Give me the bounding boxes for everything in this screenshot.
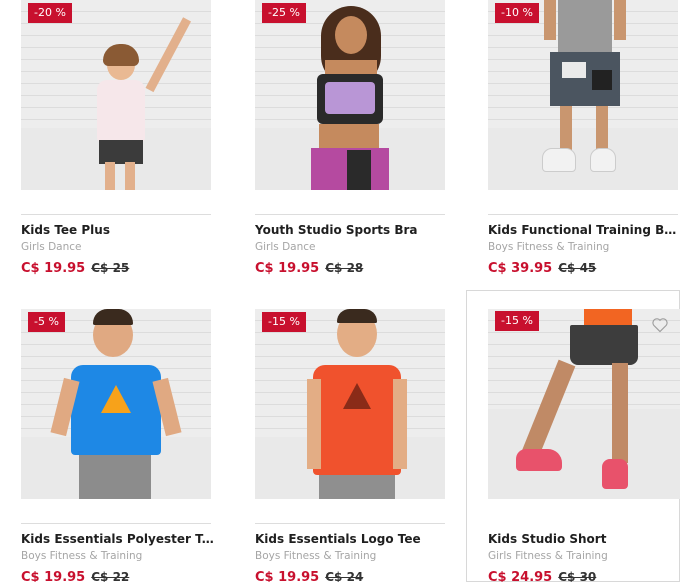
sale-price: C$ 19.95 bbox=[21, 261, 86, 276]
sale-price: C$ 24.95 bbox=[488, 570, 553, 582]
divider bbox=[255, 214, 445, 215]
product-card[interactable]: -25 % Youth Studio Sports Bra Girls Danc… bbox=[255, 0, 467, 290]
divider bbox=[255, 523, 445, 524]
price-row: C$ 24.95 C$ 30 bbox=[488, 566, 596, 582]
divider bbox=[21, 523, 211, 524]
product-image[interactable] bbox=[488, 309, 680, 499]
product-card[interactable]: -15 % Kids Essentials Logo Tee Boys Fitn… bbox=[255, 309, 467, 582]
divider bbox=[488, 214, 678, 215]
product-category: Boys Fitness & Training bbox=[488, 241, 610, 253]
price-row: C$ 19.95 C$ 22 bbox=[21, 566, 129, 582]
discount-badge: -15 % bbox=[262, 312, 306, 332]
original-price: C$ 22 bbox=[91, 570, 130, 582]
product-grid: -20 % Kids Tee Plus Girls Dance C$ 19.95… bbox=[0, 0, 680, 582]
product-image[interactable] bbox=[255, 0, 445, 190]
sale-price: C$ 19.95 bbox=[21, 570, 86, 582]
discount-badge: -10 % bbox=[495, 3, 539, 23]
product-card[interactable]: -5 % Kids Essentials Polyester Tee Boys … bbox=[21, 309, 233, 582]
product-image[interactable] bbox=[255, 309, 445, 499]
product-name[interactable]: Kids Tee Plus bbox=[21, 223, 216, 237]
price-row: C$ 19.95 C$ 24 bbox=[255, 566, 363, 582]
product-card[interactable]: -15 % Kids Studio Short Girls Fitness & … bbox=[466, 290, 680, 582]
product-image[interactable] bbox=[488, 0, 678, 190]
product-category: Boys Fitness & Training bbox=[255, 550, 377, 562]
product-shirt bbox=[313, 365, 401, 475]
original-price: C$ 30 bbox=[558, 570, 597, 582]
product-category: Boys Fitness & Training bbox=[21, 550, 143, 562]
product-name[interactable]: Kids Essentials Logo Tee bbox=[255, 532, 450, 546]
price-row: C$ 19.95 C$ 28 bbox=[255, 257, 363, 276]
heart-outline-icon[interactable] bbox=[651, 317, 669, 333]
product-category: Girls Fitness & Training bbox=[488, 550, 608, 562]
product-name[interactable]: Kids Functional Training Board... bbox=[488, 223, 680, 237]
sale-price: C$ 19.95 bbox=[255, 261, 320, 276]
discount-badge: -20 % bbox=[28, 3, 72, 23]
discount-badge: -25 % bbox=[262, 3, 306, 23]
price-row: C$ 19.95 C$ 25 bbox=[21, 257, 129, 276]
product-image[interactable] bbox=[21, 309, 211, 499]
original-price: C$ 45 bbox=[558, 261, 597, 275]
sale-price: C$ 39.95 bbox=[488, 261, 553, 276]
product-category: Girls Dance bbox=[21, 241, 82, 253]
price-row: C$ 39.95 C$ 45 bbox=[488, 257, 596, 276]
sale-price: C$ 19.95 bbox=[255, 570, 320, 582]
original-price: C$ 24 bbox=[325, 570, 364, 582]
original-price: C$ 25 bbox=[91, 261, 130, 275]
product-card[interactable]: -20 % Kids Tee Plus Girls Dance C$ 19.95… bbox=[21, 0, 233, 290]
discount-badge: -15 % bbox=[495, 311, 539, 331]
product-shirt bbox=[97, 80, 145, 142]
product-image[interactable] bbox=[21, 0, 211, 190]
product-name[interactable]: Youth Studio Sports Bra bbox=[255, 223, 450, 237]
original-price: C$ 28 bbox=[325, 261, 364, 275]
product-name[interactable]: Kids Studio Short bbox=[488, 532, 680, 546]
product-category: Girls Dance bbox=[255, 241, 316, 253]
product-name[interactable]: Kids Essentials Polyester Tee bbox=[21, 532, 216, 546]
product-card[interactable]: -10 % Kids Functional Training Board... … bbox=[488, 0, 680, 290]
divider bbox=[21, 214, 211, 215]
discount-badge: -5 % bbox=[28, 312, 65, 332]
